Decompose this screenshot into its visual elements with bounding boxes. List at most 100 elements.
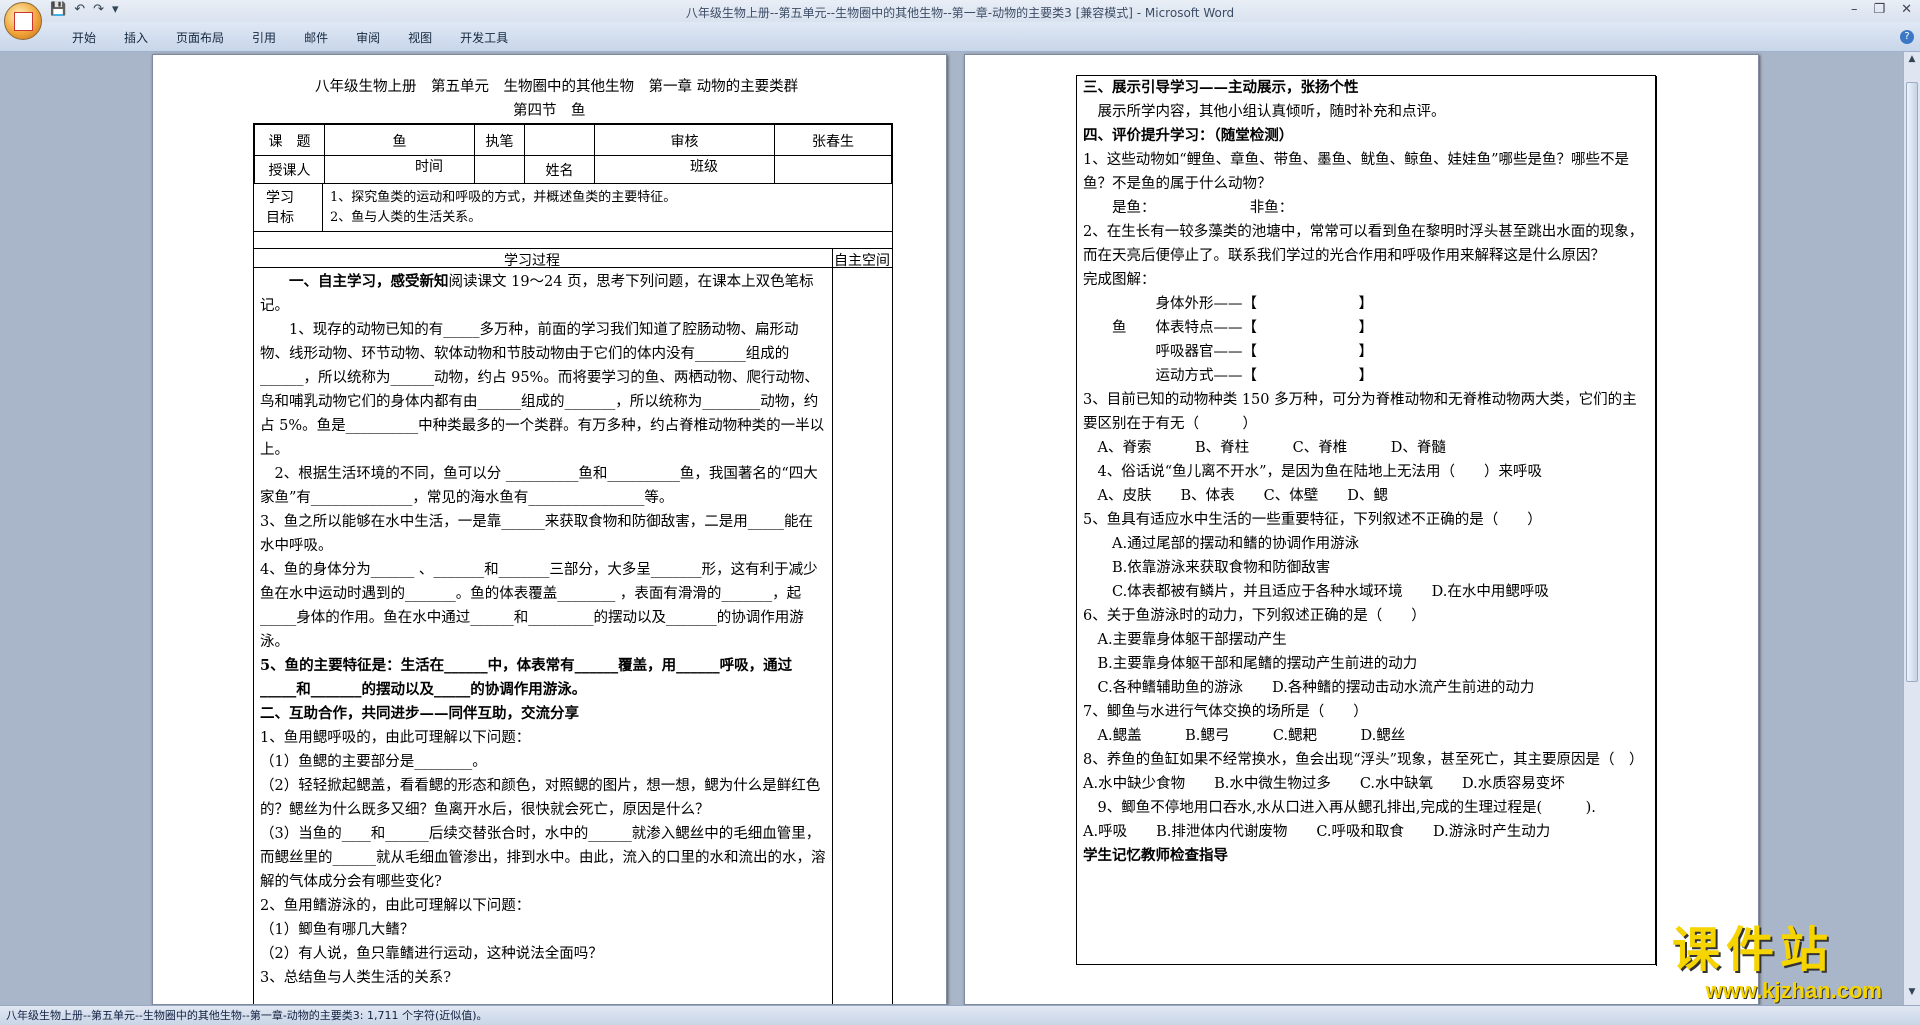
tab-page-layout[interactable]: 页面布局 <box>162 29 238 46</box>
left-paragraph: 1、现存的动物已知的有_____多万种，前面的学习我们知道了腔肠动物、扁形动物、… <box>260 318 826 462</box>
right-paragraph: 四、评价提升学习：（随堂检测） <box>1083 124 1649 148</box>
scroll-thumb[interactable] <box>1906 82 1918 682</box>
right-paragraph-text: 6、关于鱼游泳时的动力，下列叙述正确的是（ ） <box>1083 608 1426 624</box>
left-paragraph-text: 3、鱼之所以能够在水中生活，一是靠______来获取食物和防御敌害，二是用___… <box>260 514 813 554</box>
left-paragraph: 3、鱼之所以能够在水中生活，一是靠______来获取食物和防御敌害，二是用___… <box>260 510 826 558</box>
right-paragraph-text: C.体表都被有鳞片，并且适应于各种水域环境 D.在水中用鳃呼吸 <box>1083 584 1549 600</box>
left-paragraph-text: （1）鱼鳃的主要部分是________。 <box>260 754 487 770</box>
left-paragraph-text: 3、总结鱼与人类生活的关系? <box>260 970 451 986</box>
right-paragraph: 运动方式——【 】 <box>1083 364 1649 388</box>
document-page-left[interactable]: 八年级生物上册 第五单元 生物圈中的其他生物 第一章 动物的主要类群 第四节 鱼… <box>152 54 947 1005</box>
left-paragraph-text: （2）有人说，鱼只靠鳍进行运动，这种说法全面吗？ <box>260 946 603 962</box>
left-paragraph: 5、鱼的主要特征是：生活在______中，体表常有______覆盖，用_____… <box>260 654 826 702</box>
right-paragraph: 是鱼： 非鱼： <box>1083 196 1649 220</box>
right-paragraph: 2、在生长有一较多藻类的池塘中，常常可以看到鱼在黎明时浮头甚至跳出水面的现象，而… <box>1083 220 1649 268</box>
left-paragraph-text: 2、根据生活环境的不同，鱼可以分 __________鱼和__________鱼… <box>260 466 818 506</box>
scroll-down-icon[interactable]: ▼ <box>1906 987 1918 1001</box>
lesson-table: 课 题 鱼 执笔 审核 张春生 授课人 时间 姓名 班级 学习目标 1、探究鱼类… <box>253 123 893 1004</box>
doc-subtitle: 第四节 鱼 <box>513 103 586 119</box>
right-paragraph: A.主要靠身体躯干部摆动产生 <box>1083 628 1649 652</box>
right-paragraph-text: A、皮肤 B、体表 C、体壁 D、鳃 <box>1083 488 1388 504</box>
help-icon[interactable]: ? <box>1900 30 1914 44</box>
ribbon-tabs: 开始 插入 页面布局 引用 邮件 审阅 视图 开发工具 <box>58 29 522 46</box>
right-paragraph-text: 9、鲫鱼不停地用口吞水,水从口进入再从鳃孔排出,完成的生理过程是( ). <box>1083 800 1596 816</box>
quick-access-toolbar: 💾 ↶ ↷ ▾ <box>50 2 119 17</box>
goal-1: 1、探究鱼类的运动和呼吸的方式，并概述鱼类的主要特征。 <box>330 190 677 205</box>
right-paragraph-text: C.各种鳍辅助鱼的游泳 D.各种鳍的摆动击动水流产生前进的动力 <box>1083 680 1535 696</box>
title-bar: 八年级生物上册--第五单元--生物圈中的其他生物--第一章-动物的主要类3 [兼… <box>0 0 1920 22</box>
vertical-scrollbar[interactable]: ▲ ▼ <box>1903 52 1920 1005</box>
undo-icon[interactable]: ↶ <box>74 2 85 17</box>
right-paragraph-text: 4、俗话说“鱼儿离不开水”，是因为鱼在陆地上无法用（ ）来呼吸 <box>1083 464 1543 480</box>
right-paragraph: 4、俗话说“鱼儿离不开水”，是因为鱼在陆地上无法用（ ）来呼吸 <box>1083 460 1649 484</box>
right-paragraph-text: 5、鱼具有适应水中生活的一些重要特征，下列叙述不正确的是（ ） <box>1083 512 1542 528</box>
right-paragraph: C.体表都被有鳞片，并且适应于各种水域环境 D.在水中用鳃呼吸 <box>1083 580 1649 604</box>
value-author <box>524 124 595 156</box>
process-header-row: 学习过程 自主空间 <box>254 248 892 269</box>
right-paragraph-text: 展示所学内容，其他小组认真倾听，随时补充和点评。 <box>1083 104 1446 120</box>
value-teacher <box>474 154 525 185</box>
right-paragraph-text: A.主要靠身体躯干部摆动产生 <box>1083 632 1287 648</box>
right-paragraph-text: 2、在生长有一较多藻类的池塘中，常常可以看到鱼在黎明时浮头甚至跳出水面的现象，而… <box>1083 224 1644 264</box>
right-paragraph-text: 7、鲫鱼与水进行气体交换的场所是（ ） <box>1083 704 1368 720</box>
tab-references[interactable]: 引用 <box>238 29 290 46</box>
right-paragraph: A.通过尾部的摆动和鳍的协调作用游泳 <box>1083 532 1649 556</box>
office-logo-icon <box>14 12 33 31</box>
left-paragraph: 2、鱼用鳍游泳的，由此可理解以下问题： <box>260 894 826 918</box>
value-class <box>774 154 892 185</box>
tab-developer[interactable]: 开发工具 <box>446 29 522 46</box>
space-column-divider <box>832 248 833 1004</box>
evaluation-table: 三、展示引导学习——主动展示，张扬个性 展示所学内容，其他小组认真倾听，随时补充… <box>1076 75 1657 966</box>
tab-home[interactable]: 开始 <box>58 29 110 46</box>
right-paragraph-text: 完成图解： <box>1083 272 1156 288</box>
right-paragraph: 展示所学内容，其他小组认真倾听，随时补充和点评。 <box>1083 100 1649 124</box>
right-paragraph-text: 是鱼： 非鱼： <box>1083 200 1294 216</box>
left-paragraph: （1）鱼鳃的主要部分是________。 <box>260 750 826 774</box>
left-paragraph: （2）有人说，鱼只靠鳍进行运动，这种说法全面吗？ <box>260 942 826 966</box>
watermark-cn: 课件站 <box>1672 922 1835 978</box>
right-paragraph-text: 呼吸器官——【 】 <box>1083 344 1373 360</box>
goals-row: 学习目标 1、探究鱼类的运动和呼吸的方式，并概述鱼类的主要特征。 2、鱼与人类的… <box>254 184 892 232</box>
customize-qat-icon[interactable]: ▾ <box>112 2 119 17</box>
save-icon[interactable]: 💾 <box>50 2 66 17</box>
doc-title: 八年级生物上册 第五单元 生物圈中的其他生物 第一章 动物的主要类群 <box>315 79 799 95</box>
tab-insert[interactable]: 插入 <box>110 29 162 46</box>
left-paragraph-text: （3）当鱼的____和______后续交替张合时，水中的______就渗入鳃丝中… <box>260 826 826 890</box>
document-page-right[interactable]: 三、展示引导学习——主动展示，张扬个性 展示所学内容，其他小组认真倾听，随时补充… <box>964 54 1759 1005</box>
scroll-up-icon[interactable]: ▲ <box>1906 54 1918 68</box>
ribbon: 开始 插入 页面布局 引用 邮件 审阅 视图 开发工具 ? <box>0 22 1920 52</box>
right-paragraph-text: B.主要靠身体躯干部和尾鳍的摆动产生前进的动力 <box>1083 656 1418 672</box>
value-topic: 鱼 <box>324 124 475 156</box>
right-paragraph: 学生记忆教师检查指导 <box>1083 844 1649 868</box>
right-paragraph-text: 四、评价提升学习：（随堂检测） <box>1083 127 1294 144</box>
tab-mailings[interactable]: 邮件 <box>290 29 342 46</box>
watermark-url: www.kjzhan.com <box>1705 978 1882 1003</box>
right-paragraph-text: A、脊索 B、脊柱 C、脊椎 D、脊髓 <box>1083 440 1446 456</box>
right-paragraph-text: 鱼 体表特点——【 】 <box>1083 320 1373 336</box>
right-paragraph: A.鳃盖 B.鳃弓 C.鳃耙 D.鳃丝 <box>1083 724 1649 748</box>
status-bar: 八年级生物上册--第五单元--生物圈中的其他生物--第一章-动物的主要类3: 1… <box>0 1005 1920 1025</box>
right-paragraph: B.依靠游泳来获取食物和防御敌害 <box>1083 556 1649 580</box>
value-review: 张春生 <box>774 124 892 156</box>
label-time: 时间 <box>415 158 443 175</box>
right-paragraph: 5、鱼具有适应水中生活的一些重要特征，下列叙述不正确的是（ ） <box>1083 508 1649 532</box>
left-paragraph-text: 1、鱼用鳃呼吸的，由此可理解以下问题： <box>260 730 531 746</box>
tab-review[interactable]: 审阅 <box>342 29 394 46</box>
left-paragraph-text: 4、鱼的身体分为______ 、_______和_______三部分，大多呈__… <box>260 562 818 650</box>
space-label: 自主空间 <box>834 253 890 269</box>
goals-label: 学习目标 <box>266 190 294 226</box>
left-paragraph: （2）轻轻掀起鳃盖，看看鳃的形态和颜色，对照鳃的图片，想一想，鳃为什么是鲜红色的… <box>260 774 826 822</box>
right-paragraph: 鱼 体表特点——【 】 <box>1083 316 1649 340</box>
right-paragraph: A、脊索 B、脊柱 C、脊椎 D、脊髓 <box>1083 436 1649 460</box>
minimize-button[interactable]: – <box>1851 2 1858 17</box>
label-author: 执笔 <box>474 124 525 156</box>
office-button[interactable] <box>4 2 42 40</box>
left-paragraph-text: 二、互助合作，共同进步——同伴互助，交流分享 <box>260 705 579 722</box>
restore-button[interactable]: ❐ <box>1873 2 1885 17</box>
right-paragraph: 1、这些动物如“鲤鱼、章鱼、带鱼、墨鱼、鱿鱼、鲸鱼、娃娃鱼”哪些是鱼？哪些不是鱼… <box>1083 148 1649 196</box>
close-button[interactable]: ✕ <box>1901 2 1912 17</box>
tab-view[interactable]: 视图 <box>394 29 446 46</box>
right-paragraph: 身体外形——【 】 <box>1083 292 1649 316</box>
redo-icon[interactable]: ↷ <box>93 2 104 17</box>
left-paragraph-text: 5、鱼的主要特征是：生活在______中，体表常有______覆盖，用_____… <box>260 657 793 698</box>
